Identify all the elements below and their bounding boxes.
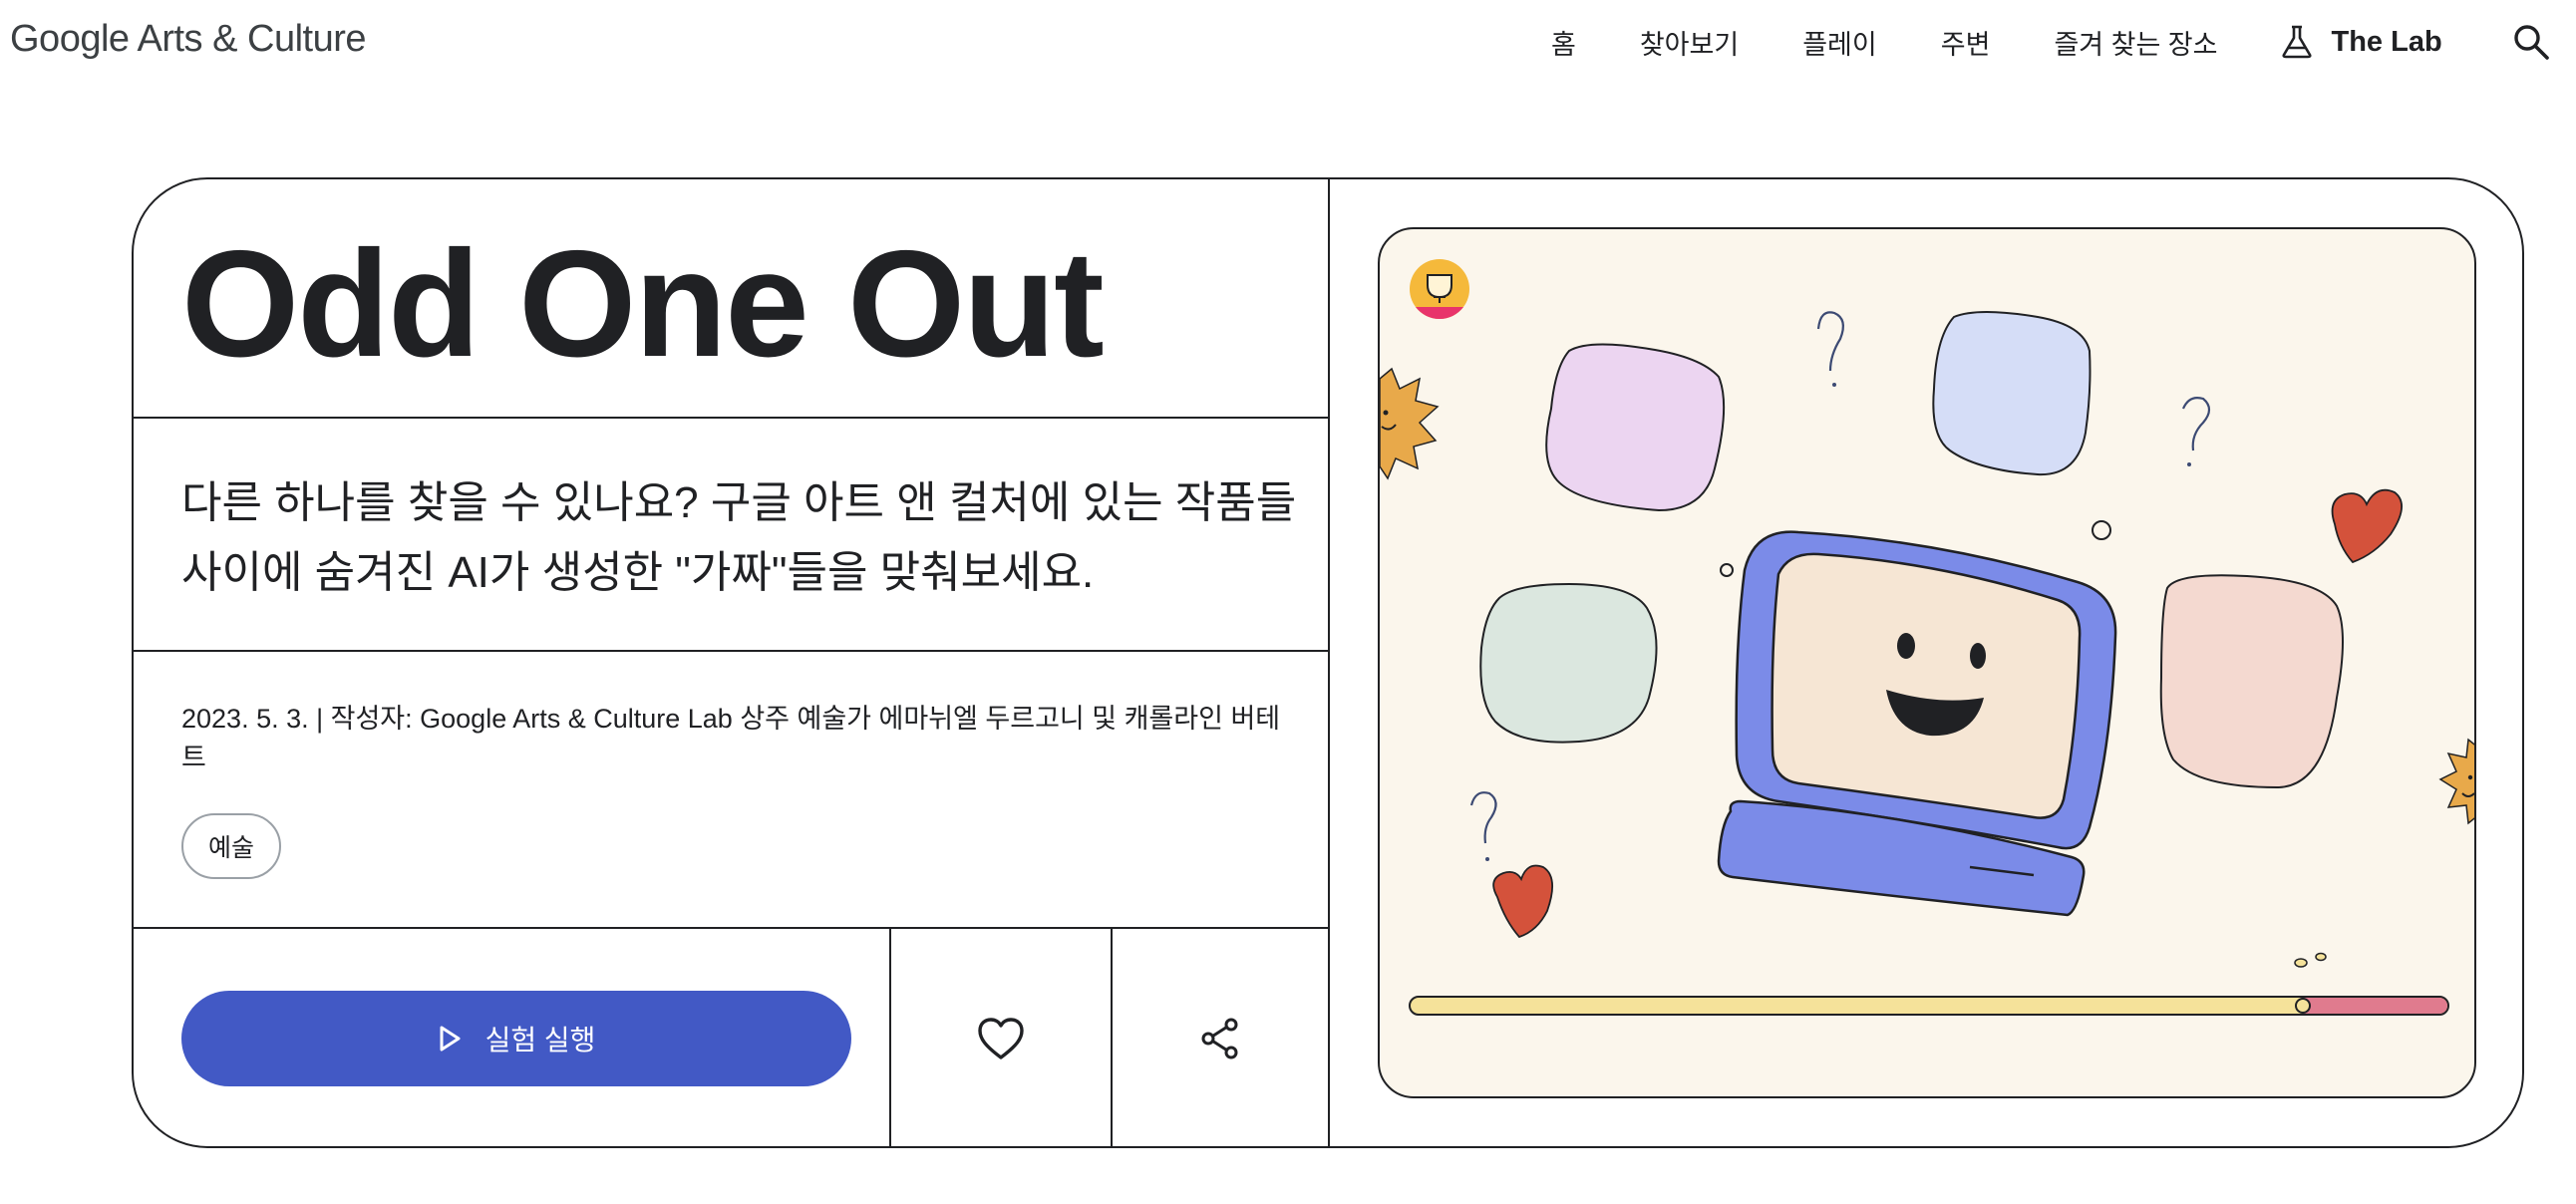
search-button[interactable] bbox=[2510, 21, 2552, 63]
nav-item-explore[interactable]: 찾아보기 bbox=[1640, 23, 1739, 62]
main-nav: 홈 찾아보기 플레이 주변 즐겨 찾는 장소 The Lab bbox=[1551, 0, 2552, 84]
description-section: 다른 하나를 찾을 수 있나요? 구글 아트 앤 컬처에 있는 작품들 사이에 … bbox=[134, 419, 1328, 652]
periwinkle-card-shape bbox=[1932, 311, 2092, 476]
header: Google Arts & Culture 홈 찾아보기 플레이 주변 즐겨 찾… bbox=[0, 0, 2576, 84]
search-icon bbox=[2513, 25, 2549, 60]
heart-icon bbox=[978, 1018, 1024, 1059]
smiling-computer-illustration bbox=[1717, 530, 2117, 917]
sage-card-shape bbox=[1479, 582, 1658, 744]
meta-section: 2023. 5. 3. | 작성자: Google Arts & Culture… bbox=[134, 652, 1328, 929]
heart-left-illustration bbox=[1492, 864, 1553, 939]
sun-right-illustration bbox=[2438, 738, 2474, 825]
illustration-art bbox=[1380, 259, 2474, 1016]
run-experiment-label: 실험 실행 bbox=[484, 1025, 596, 1055]
experiment-info: Odd One Out 다른 하나를 찾을 수 있나요? 구글 아트 앤 컬처에… bbox=[134, 179, 1330, 1146]
tag-chip[interactable]: 예술 bbox=[181, 813, 281, 879]
title-section: Odd One Out bbox=[134, 179, 1328, 419]
page-title: Odd One Out bbox=[181, 219, 1105, 389]
heart-right-illustration bbox=[2331, 488, 2403, 564]
nav-item-nearby[interactable]: 주변 bbox=[1941, 23, 1991, 62]
experiment-meta: 2023. 5. 3. | 작성자: Google Arts & Culture… bbox=[181, 704, 1281, 772]
nav-item-play[interactable]: 플레이 bbox=[1802, 23, 1877, 62]
share-icon bbox=[1201, 1018, 1238, 1059]
play-icon bbox=[440, 1026, 461, 1052]
experiment-description: 다른 하나를 찾을 수 있나요? 구글 아트 앤 컬처에 있는 작품들 사이에 … bbox=[181, 478, 1297, 597]
experiment-illustration[interactable] bbox=[1378, 227, 2476, 1098]
peach-card-shape bbox=[2159, 574, 2344, 789]
favorite-button[interactable] bbox=[971, 1009, 1031, 1068]
share-cell bbox=[1113, 929, 1328, 1146]
lilac-card-shape bbox=[1545, 343, 1726, 512]
flask-icon bbox=[2282, 25, 2313, 59]
site-logo[interactable]: Google Arts & Culture bbox=[10, 18, 367, 61]
nav-item-favorites[interactable]: 즐겨 찾는 장소 bbox=[2054, 23, 2217, 62]
run-cell: 실험 실행 bbox=[134, 929, 891, 1146]
nav-item-the-lab[interactable]: The Lab bbox=[2281, 25, 2442, 59]
favorite-cell bbox=[891, 929, 1113, 1146]
share-button[interactable] bbox=[1190, 1009, 1250, 1068]
actions-row: 실험 실행 bbox=[134, 929, 1328, 1146]
experiment-card: Odd One Out 다른 하나를 찾을 수 있나요? 구글 아트 앤 컬처에… bbox=[132, 177, 2524, 1148]
progress-bar bbox=[1409, 952, 2449, 1016]
nav-item-home[interactable]: 홈 bbox=[1551, 23, 1576, 62]
nav-lab-label: The Lab bbox=[2331, 25, 2442, 58]
run-experiment-button[interactable]: 실험 실행 bbox=[181, 991, 851, 1086]
trophy-badge-icon bbox=[1410, 259, 1469, 319]
sun-left-illustration bbox=[1380, 367, 1440, 480]
